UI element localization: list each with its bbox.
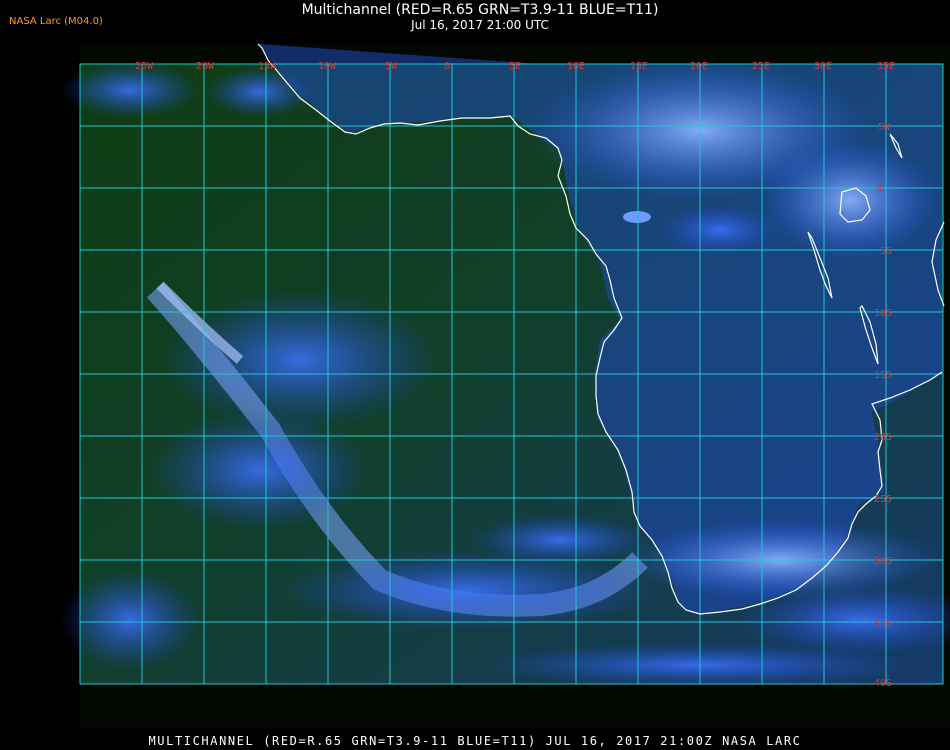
lat-label: 0 [876, 184, 882, 195]
lon-label: 0 [444, 61, 450, 72]
lat-label: 35S [874, 618, 892, 629]
lon-label: 10E [567, 61, 585, 72]
lat-label: 5N [878, 122, 890, 133]
footer-caption: MULTICHANNEL (RED=R.65 GRN=T3.9-11 BLUE=… [148, 734, 802, 748]
lon-label: 15E [630, 61, 648, 72]
lat-label: 25S [874, 494, 892, 505]
lat-label: 5S [880, 246, 892, 257]
lat-label: 40S [874, 678, 892, 689]
lon-label: 35E [877, 61, 895, 72]
lon-label: 5E [509, 61, 521, 72]
lon-label: 25W [135, 61, 154, 72]
lon-label: 5W [385, 61, 398, 72]
lat-label: 15S [874, 370, 892, 381]
lat-label: 10S [874, 308, 892, 319]
satellite-map: 25W 20W 15W 10W 5W 0 5E 10E 15E 20E 25E … [60, 43, 950, 728]
lon-label: 20E [690, 61, 708, 72]
lon-label: 15W [258, 61, 277, 72]
lon-label: 25E [752, 61, 770, 72]
lon-label: 20W [196, 61, 215, 72]
lat-label: 20S [874, 432, 892, 443]
lon-label: 10W [318, 61, 337, 72]
lon-label: 30E [814, 61, 832, 72]
lat-label: 30S [874, 556, 892, 567]
